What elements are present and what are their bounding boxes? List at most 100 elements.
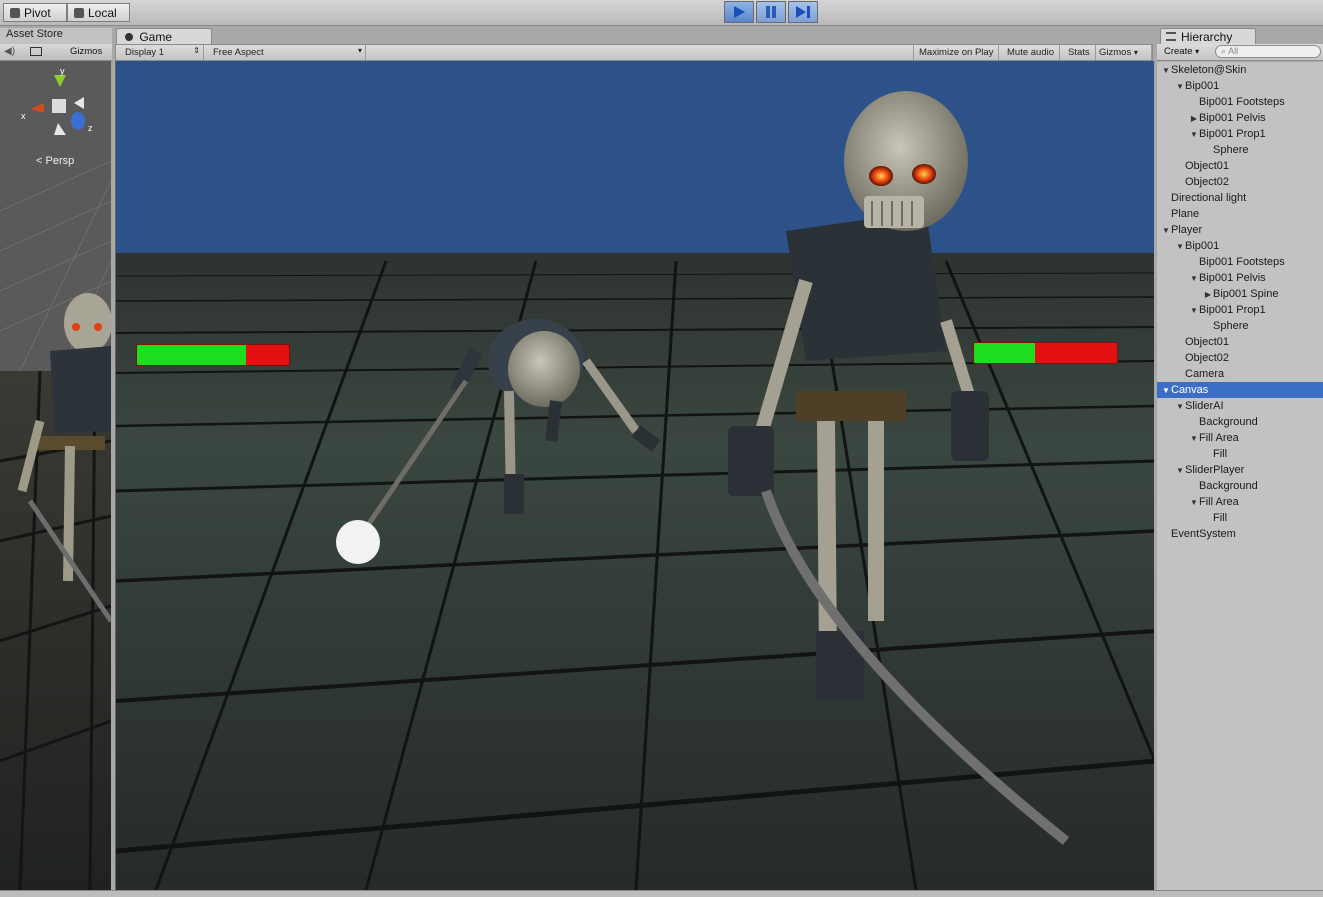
hierarchy-item-label: Object02 — [1185, 176, 1230, 188]
hierarchy-item[interactable]: Background — [1157, 414, 1323, 430]
expanded-arrow-icon[interactable]: ▼ — [1175, 239, 1185, 255]
hierarchy-item-label: Object01 — [1185, 160, 1230, 172]
expanded-arrow-icon[interactable]: ▼ — [1189, 431, 1199, 447]
asset-store-label: Asset Store — [6, 28, 63, 40]
axis-x-label: x — [21, 111, 26, 121]
hierarchy-item[interactable]: Object01 — [1157, 158, 1323, 174]
main-toolbar: Pivot Local — [0, 0, 1323, 26]
slider-player-fill — [974, 343, 1036, 363]
hierarchy-item[interactable]: ▼Bip001 Pelvis — [1157, 270, 1323, 286]
hierarchy-item[interactable]: ▼Fill Area — [1157, 430, 1323, 446]
hierarchy-item[interactable]: ▼SliderPlayer — [1157, 462, 1323, 478]
scene-gizmos-button[interactable]: Gizmos — [70, 46, 102, 57]
status-bar — [0, 890, 1323, 897]
expanded-arrow-icon[interactable]: ▼ — [1189, 303, 1199, 319]
create-label: Create — [1164, 46, 1193, 57]
game-gizmos-button[interactable]: Gizmos ▾ — [1094, 45, 1152, 60]
persp-text: Persp — [45, 155, 75, 167]
hierarchy-item[interactable]: Camera — [1157, 366, 1323, 382]
hierarchy-item[interactable]: ▼Bip001 — [1157, 78, 1323, 94]
game-toolbar: Display 1 ⇕ Free Aspect ▾ Maximize on Pl… — [115, 44, 1153, 61]
stats-label: Stats — [1068, 47, 1090, 58]
hierarchy-item[interactable]: Sphere — [1157, 142, 1323, 158]
hierarchy-item-label: Bip001 Pelvis — [1199, 272, 1266, 284]
hierarchy-item-label: Fill — [1213, 512, 1228, 524]
hierarchy-item[interactable]: Directional light — [1157, 190, 1323, 206]
hierarchy-item[interactable]: Object01 — [1157, 334, 1323, 350]
hierarchy-item[interactable]: ▶ Bip001 Spine — [1157, 286, 1323, 302]
expanded-arrow-icon[interactable]: ▼ — [1189, 127, 1199, 143]
audio-icon[interactable]: ◀︎) — [4, 46, 15, 57]
mute-audio-toggle[interactable]: Mute audio — [1002, 45, 1061, 60]
stats-toggle[interactable]: Stats — [1063, 45, 1096, 60]
display-dropdown[interactable]: Display 1 ⇕ — [120, 45, 204, 60]
expanded-arrow-icon[interactable]: ▼ — [1189, 271, 1199, 287]
persp-label[interactable]: < Persp — [36, 155, 74, 167]
hierarchy-search-input[interactable]: ⌕ All — [1215, 45, 1321, 58]
expanded-arrow-icon[interactable]: ▼ — [1175, 463, 1185, 479]
search-placeholder: All — [1228, 46, 1239, 56]
play-button[interactable] — [724, 1, 754, 23]
hierarchy-item[interactable]: Bip001 Footsteps — [1157, 254, 1323, 270]
collapsed-arrow-icon[interactable]: ▶ — [1203, 287, 1213, 303]
gizmos-label: Gizmos — [1099, 47, 1132, 58]
hierarchy-item-label: Sphere — [1213, 320, 1249, 332]
hierarchy-item-label: Bip001 Footsteps — [1199, 256, 1285, 268]
axis-y-label: y — [60, 66, 65, 76]
display-value: Display 1 — [125, 47, 165, 58]
pivot-toggle[interactable]: Pivot — [3, 3, 67, 22]
hierarchy-item[interactable]: ▼Canvas — [1157, 382, 1323, 398]
maximize-on-play-toggle[interactable]: Maximize on Play — [913, 45, 1000, 60]
game-render — [116, 61, 1154, 890]
expanded-arrow-icon[interactable]: ▼ — [1161, 223, 1171, 239]
hierarchy-item[interactable]: ▼Fill Area — [1157, 494, 1323, 510]
expanded-arrow-icon[interactable]: ▼ — [1161, 63, 1171, 79]
collapsed-arrow-icon[interactable]: ▶ — [1189, 111, 1199, 127]
hierarchy-item[interactable]: Fill — [1157, 510, 1323, 526]
play-icon — [734, 6, 745, 18]
orientation-gizmo[interactable] — [18, 67, 98, 147]
hierarchy-item-label: Directional light — [1171, 192, 1247, 204]
hierarchy-item[interactable]: EventSystem — [1157, 526, 1323, 542]
pause-button[interactable] — [756, 1, 786, 23]
hierarchy-tab[interactable]: Hierarchy — [1160, 28, 1256, 45]
game-view[interactable] — [115, 61, 1154, 890]
hierarchy-item[interactable]: Sphere — [1157, 318, 1323, 334]
local-toggle[interactable]: Local — [67, 3, 130, 22]
hierarchy-item[interactable]: ▼Bip001 Prop1 — [1157, 302, 1323, 318]
expanded-arrow-icon[interactable]: ▼ — [1175, 399, 1185, 415]
hierarchy-item-label: Plane — [1171, 208, 1200, 220]
hierarchy-item[interactable]: ▶ Bip001 Pelvis — [1157, 110, 1323, 126]
hierarchy-item-label: Bip001 Pelvis — [1199, 112, 1266, 124]
expanded-arrow-icon[interactable]: ▼ — [1161, 383, 1171, 399]
cube-icon — [74, 7, 84, 18]
hierarchy-item-label: Bip001 Prop1 — [1199, 304, 1266, 316]
create-dropdown[interactable]: Create ▾ — [1161, 45, 1202, 58]
hierarchy-item[interactable]: ▼Skeleton@Skin — [1157, 62, 1323, 78]
hierarchy-item[interactable]: Bip001 Footsteps — [1157, 94, 1323, 110]
hierarchy-item[interactable]: ▼Bip001 Prop1 — [1157, 126, 1323, 142]
search-icon: ⌕ — [1221, 46, 1227, 56]
asset-store-tab[interactable]: Asset Store — [0, 28, 112, 44]
hierarchy-item[interactable]: Object02 — [1157, 350, 1323, 366]
image-icon[interactable] — [30, 47, 42, 56]
maximize-label: Maximize on Play — [919, 47, 994, 58]
expanded-arrow-icon[interactable]: ▼ — [1175, 79, 1185, 95]
hierarchy-item[interactable]: Fill — [1157, 446, 1323, 462]
hierarchy-item[interactable]: Background — [1157, 478, 1323, 494]
hierarchy-item[interactable]: ▼Bip001 — [1157, 238, 1323, 254]
hierarchy-item[interactable]: ▼Player — [1157, 222, 1323, 238]
scene-view[interactable]: y x z < Persp — [0, 61, 111, 890]
pivot-icon — [10, 7, 20, 18]
step-button[interactable] — [788, 1, 818, 23]
hierarchy-item-label: Object01 — [1185, 336, 1230, 348]
expanded-arrow-icon[interactable]: ▼ — [1189, 495, 1199, 511]
hierarchy-item-label: Bip001 Spine — [1213, 288, 1279, 300]
pause-icon — [766, 6, 776, 18]
pivot-label: Pivot — [24, 5, 51, 20]
hierarchy-item[interactable]: Plane — [1157, 206, 1323, 222]
aspect-dropdown[interactable]: Free Aspect ▾ — [208, 45, 366, 60]
game-tab[interactable]: Game — [116, 28, 212, 45]
hierarchy-item[interactable]: ▼SliderAI — [1157, 398, 1323, 414]
hierarchy-item[interactable]: Object02 — [1157, 174, 1323, 190]
